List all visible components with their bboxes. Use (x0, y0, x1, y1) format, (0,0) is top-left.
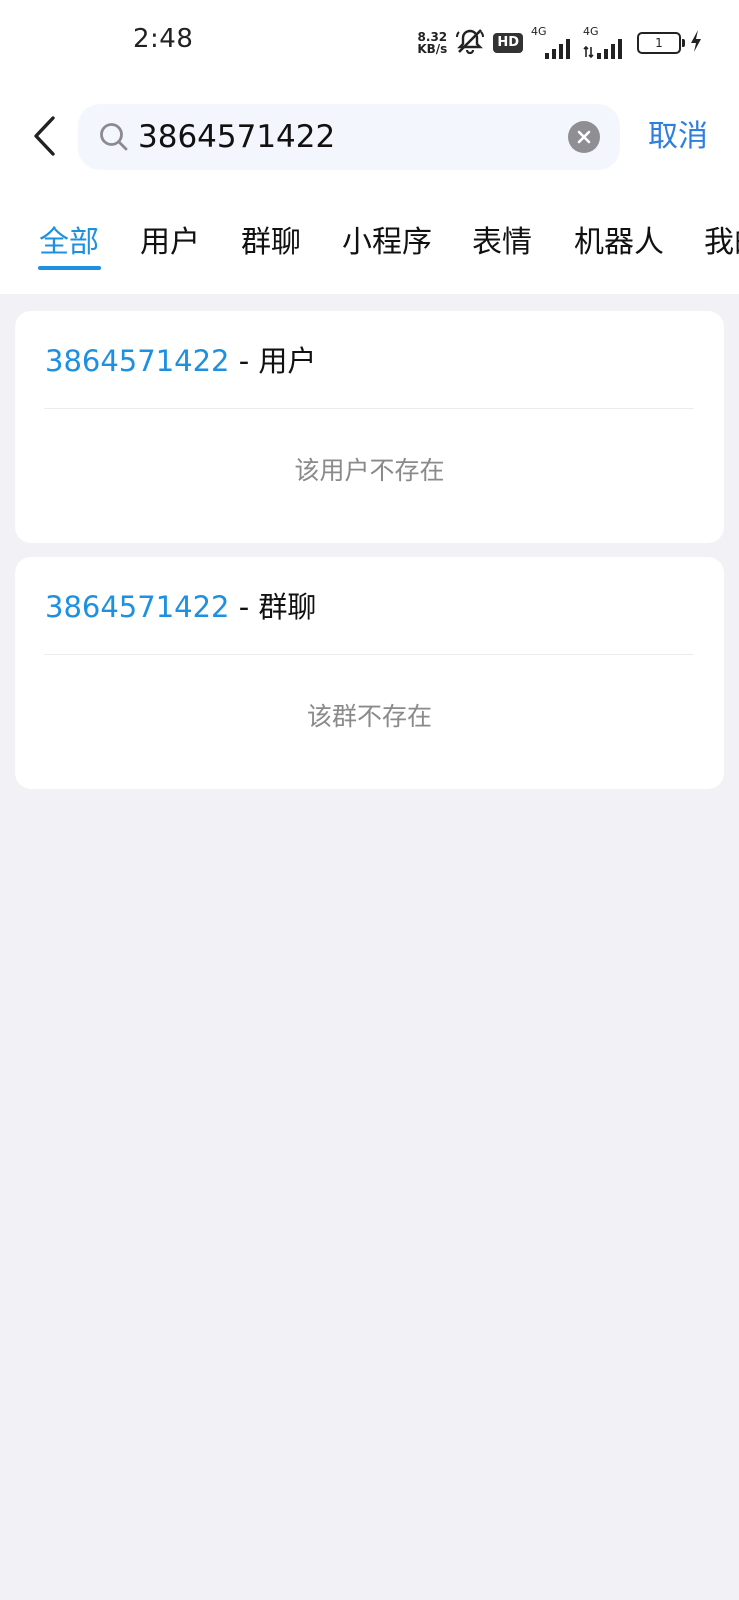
result-card-user[interactable]: 3864571422 - 用户 该用户不存在 (15, 311, 724, 543)
status-bar: 2:48 8.32 KB/s HD 4G 4G 1 (0, 0, 739, 84)
result-number: 3864571422 (45, 590, 230, 624)
result-title: 3864571422 - 群聊 (45, 585, 316, 629)
signal-type-label: 4G (531, 25, 547, 38)
battery-level: 1 (655, 36, 663, 50)
chevron-left-icon (34, 116, 55, 156)
tab-bots[interactable]: 机器人 (574, 218, 664, 268)
close-icon (577, 130, 591, 144)
header-area: 2:48 8.32 KB/s HD 4G 4G 1 3864571422 取消 … (0, 0, 739, 294)
result-number: 3864571422 (45, 344, 230, 378)
search-box[interactable] (78, 104, 620, 170)
back-button[interactable] (24, 110, 64, 162)
tab-group-chats[interactable]: 群聊 (241, 218, 301, 268)
category-tabs: 全部 用户 群聊 小程序 表情 机器人 我的 (0, 218, 739, 278)
card-divider (44, 654, 694, 655)
signal-icon: 4G (531, 25, 575, 59)
result-type: - 群聊 (229, 590, 317, 624)
network-speed: 8.32 KB/s (417, 31, 447, 55)
tab-all[interactable]: 全部 (39, 218, 99, 268)
search-icon (100, 123, 128, 151)
hd-voice-badge: HD (493, 33, 523, 53)
tab-stickers[interactable]: 表情 (472, 218, 532, 268)
mute-icon (455, 27, 485, 59)
search-input[interactable] (138, 113, 538, 161)
active-tab-indicator (38, 266, 101, 270)
tab-mine[interactable]: 我的 (704, 218, 739, 268)
status-icons: 8.32 KB/s HD 4G 4G 1 (417, 25, 703, 60)
result-empty-message: 该用户不存在 (294, 456, 445, 485)
network-speed-unit: KB/s (417, 42, 448, 56)
tab-users[interactable]: 用户 (140, 218, 200, 268)
battery-icon: 1 (637, 32, 685, 54)
cancel-button[interactable]: 取消 (648, 116, 708, 158)
result-type: - 用户 (229, 344, 317, 378)
result-card-group[interactable]: 3864571422 - 群聊 该群不存在 (15, 557, 724, 789)
status-time: 2:48 (133, 24, 194, 54)
charging-icon (689, 29, 703, 57)
tab-mini-programs[interactable]: 小程序 (342, 218, 432, 268)
result-title: 3864571422 - 用户 (45, 339, 316, 383)
signal-type-label: 4G (583, 25, 599, 38)
signal-icon: 4G (583, 25, 629, 59)
result-empty-message: 该群不存在 (306, 702, 432, 731)
card-divider (44, 408, 694, 409)
clear-search-button[interactable] (568, 121, 600, 153)
